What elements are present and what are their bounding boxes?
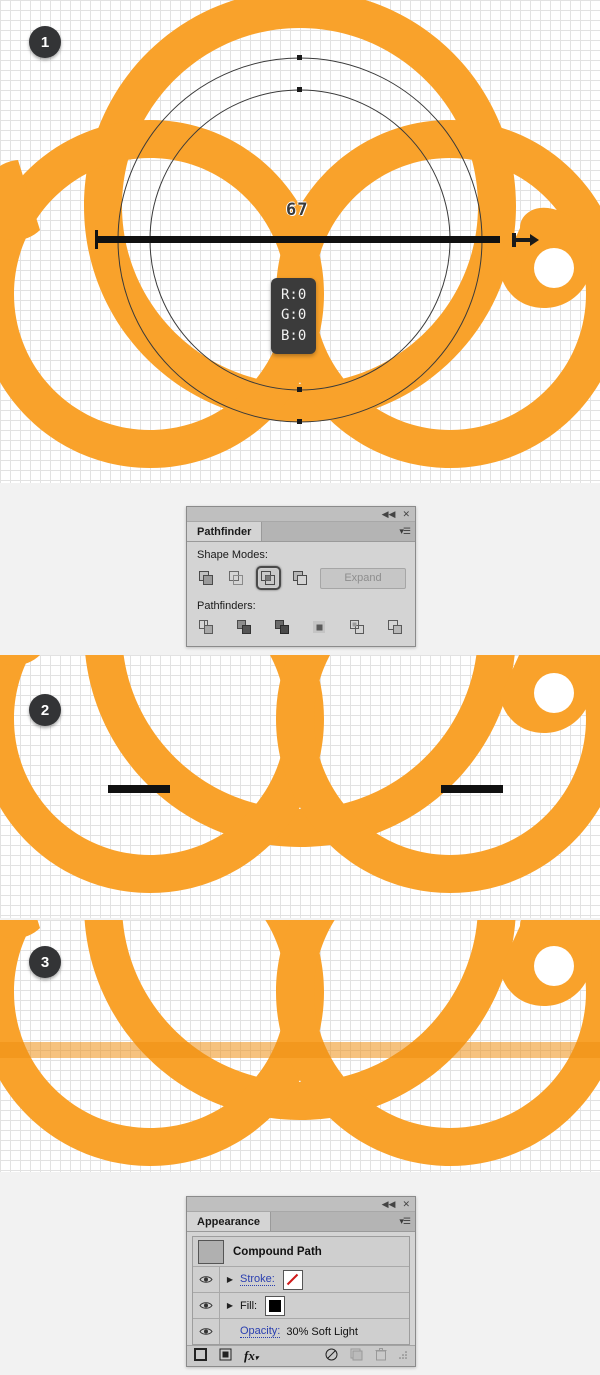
tabrow-filler: ▾☰ [262, 522, 415, 541]
panel-menu-icon[interactable]: ▾☰ [399, 526, 411, 537]
rgb-readout-tooltip: R:0 G:0 B:0 [271, 278, 317, 354]
appearance-object-row[interactable]: Compound Path [193, 1237, 409, 1267]
tabrow-filler: ▾☰ [271, 1212, 415, 1231]
opacity-value: 30% Soft Light [286, 1325, 358, 1338]
fill-label[interactable]: Fill: [240, 1300, 257, 1312]
unite-icon[interactable] [196, 568, 217, 588]
visibility-icon[interactable] [193, 1267, 220, 1292]
intersect-icon[interactable] [256, 566, 281, 590]
add-new-stroke-icon[interactable] [194, 1348, 207, 1364]
tab-appearance-label: Appearance [197, 1215, 260, 1228]
alignment-marker-right [441, 785, 503, 793]
minus-front-icon[interactable] [226, 568, 247, 588]
disclosure-triangle[interactable]: ▶ [220, 1275, 240, 1284]
close-icon[interactable]: ✕ [402, 1199, 410, 1209]
expand-button-label: Expand [344, 572, 382, 584]
alignment-marker-left [108, 785, 170, 793]
step-badge-3-label: 3 [40, 953, 50, 971]
pathfinders-row [196, 617, 406, 637]
canvas-step-1[interactable]: 67 R:0 G:0 B:0 1 [0, 0, 600, 483]
object-thumbnail [198, 1239, 224, 1264]
appearance-list: Compound Path ▶ Stroke: ▶ Fill: Opacity:… [192, 1236, 410, 1345]
disclosure-triangle[interactable]: ▶ [220, 1301, 240, 1310]
divide-icon[interactable] [196, 617, 218, 637]
visibility-icon[interactable] [193, 1293, 220, 1318]
pathfinder-titlebar[interactable]: ◀◀ ✕ [187, 507, 415, 522]
minus-back-icon[interactable] [384, 617, 406, 637]
collapse-icon[interactable]: ◀◀ [382, 1199, 396, 1209]
step-badge-2-label: 2 [40, 701, 50, 719]
appearance-tabrow[interactable]: Appearance ▾☰ [187, 1212, 415, 1232]
exclude-icon[interactable] [290, 568, 311, 588]
rgb-b-value: B:0 [281, 327, 307, 344]
pathfinders-label: Pathfinders: [197, 600, 256, 612]
trim-icon[interactable] [234, 617, 256, 637]
visibility-icon[interactable] [193, 1319, 220, 1344]
appearance-titlebar[interactable]: ◀◀ ✕ [187, 1197, 415, 1212]
outline-icon[interactable] [347, 617, 369, 637]
opacity-label[interactable]: Opacity: [240, 1325, 281, 1338]
measure-line[interactable] [95, 236, 500, 243]
appearance-panel[interactable]: ◀◀ ✕ Appearance ▾☰ Compound Path ▶ Strok… [186, 1196, 416, 1367]
pathfinder-tabrow[interactable]: Pathfinder ▾☰ [187, 522, 415, 542]
expand-button[interactable]: Expand [320, 567, 406, 589]
measure-endpoint-left [95, 230, 98, 249]
pretzel-logo-group [0, 0, 600, 468]
step-badge-1: 1 [29, 26, 61, 58]
close-icon[interactable]: ✕ [402, 509, 410, 519]
soft-light-overlay-band [0, 1042, 600, 1058]
measure-value-label: 67 [286, 200, 309, 220]
canvas-step-3[interactable]: 3 [0, 920, 600, 1172]
add-new-fill-icon[interactable] [219, 1348, 232, 1364]
pathfinder-body: Shape Modes: Expand Pathfinders: [187, 542, 415, 646]
artwork-step-3 [0, 920, 600, 1166]
object-title: Compound Path [233, 1245, 322, 1258]
pathfinder-panel[interactable]: ◀◀ ✕ Pathfinder ▾☰ Shape Modes: Expand P… [186, 506, 416, 647]
collapse-icon[interactable]: ◀◀ [382, 509, 396, 519]
tab-pathfinder[interactable]: Pathfinder [187, 522, 263, 541]
step-badge-1-label: 1 [40, 33, 50, 51]
clear-appearance-icon[interactable] [325, 1348, 338, 1364]
rgb-r-value: R:0 [281, 287, 307, 303]
canvas-step-2[interactable]: 2 [0, 655, 600, 918]
appearance-row-stroke[interactable]: ▶ Stroke: [193, 1267, 409, 1293]
add-new-effect-icon[interactable]: fx▾ [244, 1348, 258, 1364]
measure-tool-cursor [512, 233, 539, 247]
pretzel-logo-merged-2 [0, 655, 600, 893]
stroke-label[interactable]: Stroke: [240, 1273, 275, 1286]
duplicate-item-icon[interactable] [350, 1348, 363, 1364]
step-badge-2: 2 [29, 694, 61, 726]
tab-appearance[interactable]: Appearance [187, 1212, 271, 1231]
resize-grip-icon[interactable] [399, 1350, 408, 1362]
appearance-row-fill[interactable]: ▶ Fill: [193, 1293, 409, 1319]
step-badge-3: 3 [29, 946, 61, 978]
tab-pathfinder-label: Pathfinder [197, 525, 252, 538]
appearance-footer: fx▾ [187, 1345, 415, 1366]
artwork-step-2 [0, 655, 600, 893]
appearance-body: Compound Path ▶ Stroke: ▶ Fill: Opacity:… [187, 1232, 415, 1345]
rgb-g-value: G:0 [281, 307, 307, 324]
shape-modes-row: Expand [196, 566, 406, 590]
fill-swatch-black[interactable] [265, 1295, 286, 1316]
stroke-swatch-none[interactable] [282, 1269, 303, 1290]
delete-item-icon[interactable] [375, 1348, 387, 1364]
fill-swatch-color [269, 1299, 282, 1312]
shape-modes-label: Shape Modes: [197, 549, 268, 561]
panel-menu-icon[interactable]: ▾☰ [399, 1216, 411, 1227]
appearance-row-opacity[interactable]: Opacity: 30% Soft Light [193, 1319, 409, 1344]
crop-icon[interactable] [309, 617, 331, 637]
merge-icon[interactable] [271, 617, 293, 637]
